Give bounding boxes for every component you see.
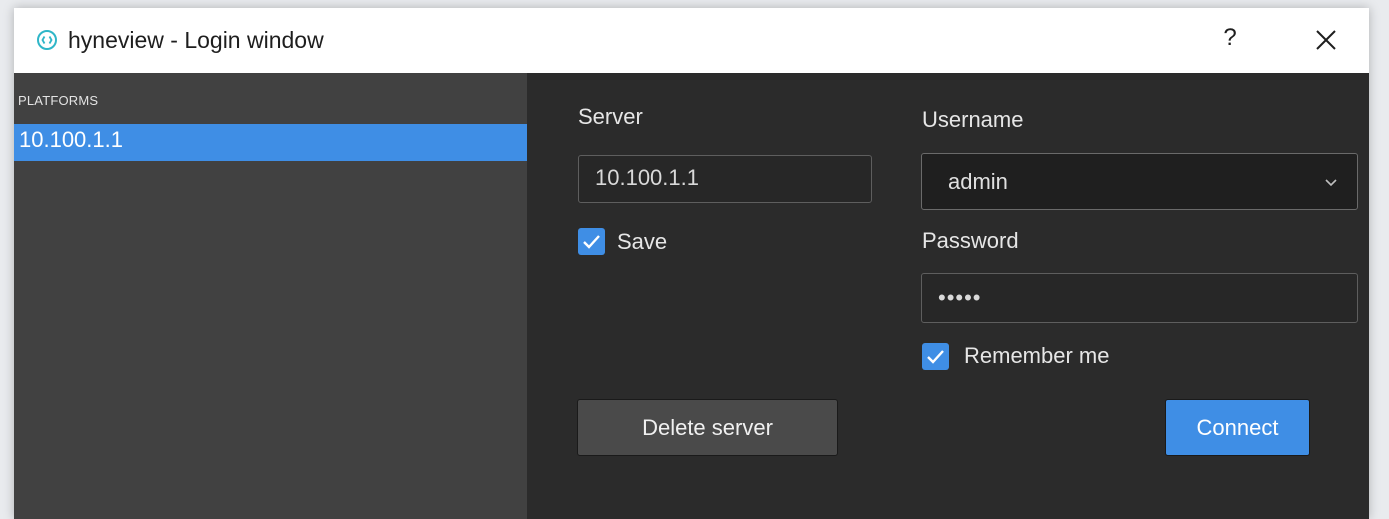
login-form: Server 10.100.1.1 Save Username admin Pa… [527,73,1369,519]
title-bar: hyneview - Login window ? [14,8,1369,73]
remember-me-label[interactable]: Remember me [964,343,1109,369]
username-select[interactable]: admin [921,153,1358,210]
close-icon[interactable] [1310,24,1342,56]
remember-me-checkbox[interactable] [922,343,949,370]
help-button[interactable]: ? [1218,22,1242,54]
sidebar-item-label: 10.100.1.1 [19,127,123,152]
checkmark-icon [583,235,600,249]
server-input[interactable]: 10.100.1.1 [578,155,872,203]
sidebar-item-platform[interactable]: 10.100.1.1 [14,124,527,161]
delete-server-button[interactable]: Delete server [577,399,838,456]
server-label: Server [578,104,643,129]
username-select-value: admin [948,169,1008,194]
password-input[interactable]: ••••• [921,273,1358,323]
chevron-down-icon [1325,179,1337,187]
save-label[interactable]: Save [617,229,667,255]
server-input-value: 10.100.1.1 [595,165,699,190]
password-input-value: ••••• [938,285,982,310]
platforms-sidebar: PLATFORMS 10.100.1.1 [14,73,527,519]
save-checkbox[interactable] [578,228,605,255]
platforms-header: PLATFORMS [18,93,99,108]
login-window: hyneview - Login window ? PLATFORMS 10.1… [14,8,1369,519]
window-title: hyneview - Login window [68,27,324,53]
password-label: Password [922,228,1019,253]
username-label: Username [922,107,1024,132]
connect-button[interactable]: Connect [1165,399,1310,456]
checkmark-icon [927,350,944,364]
hyneview-logo-icon [37,30,57,50]
